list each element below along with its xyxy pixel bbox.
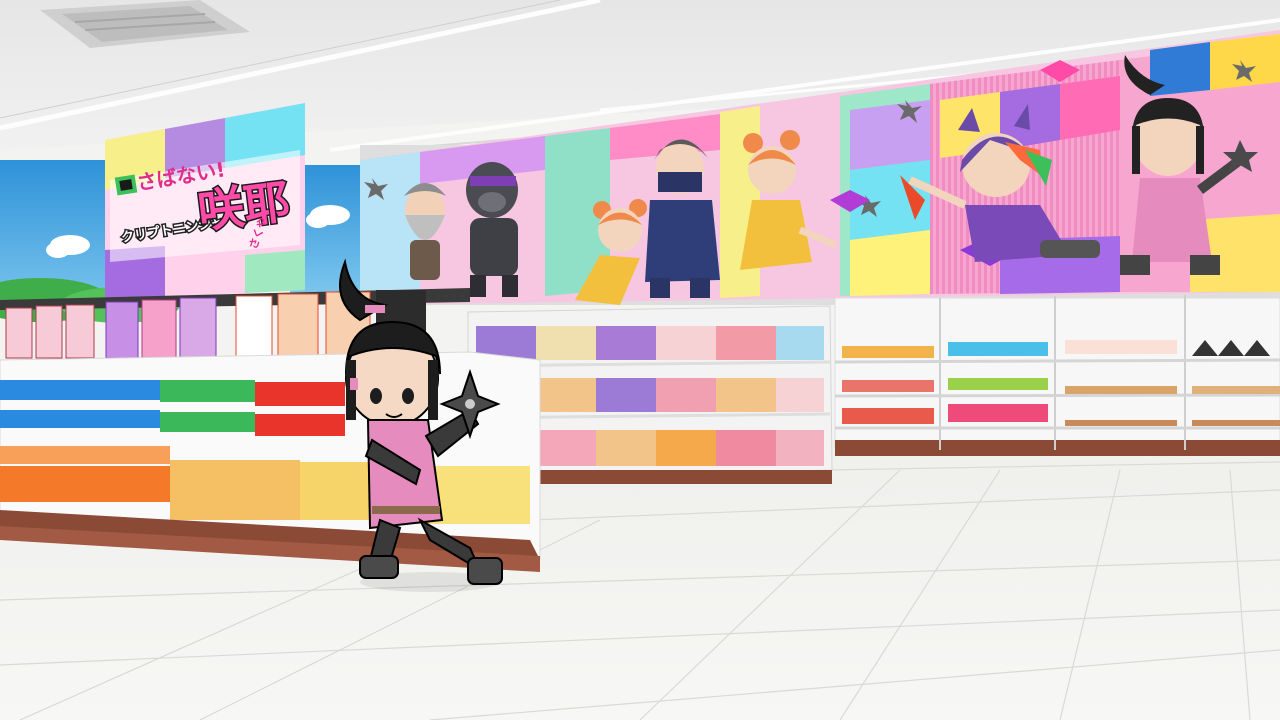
store-scene[interactable]: さばない! クリプトニンジャ 咲耶 さくや — [0, 0, 1280, 720]
logo-title: 咲耶 — [195, 174, 293, 239]
logo-badge — [114, 174, 138, 196]
snack-row-top — [476, 326, 824, 360]
player-head — [345, 320, 441, 427]
back-shelves — [834, 295, 1280, 456]
